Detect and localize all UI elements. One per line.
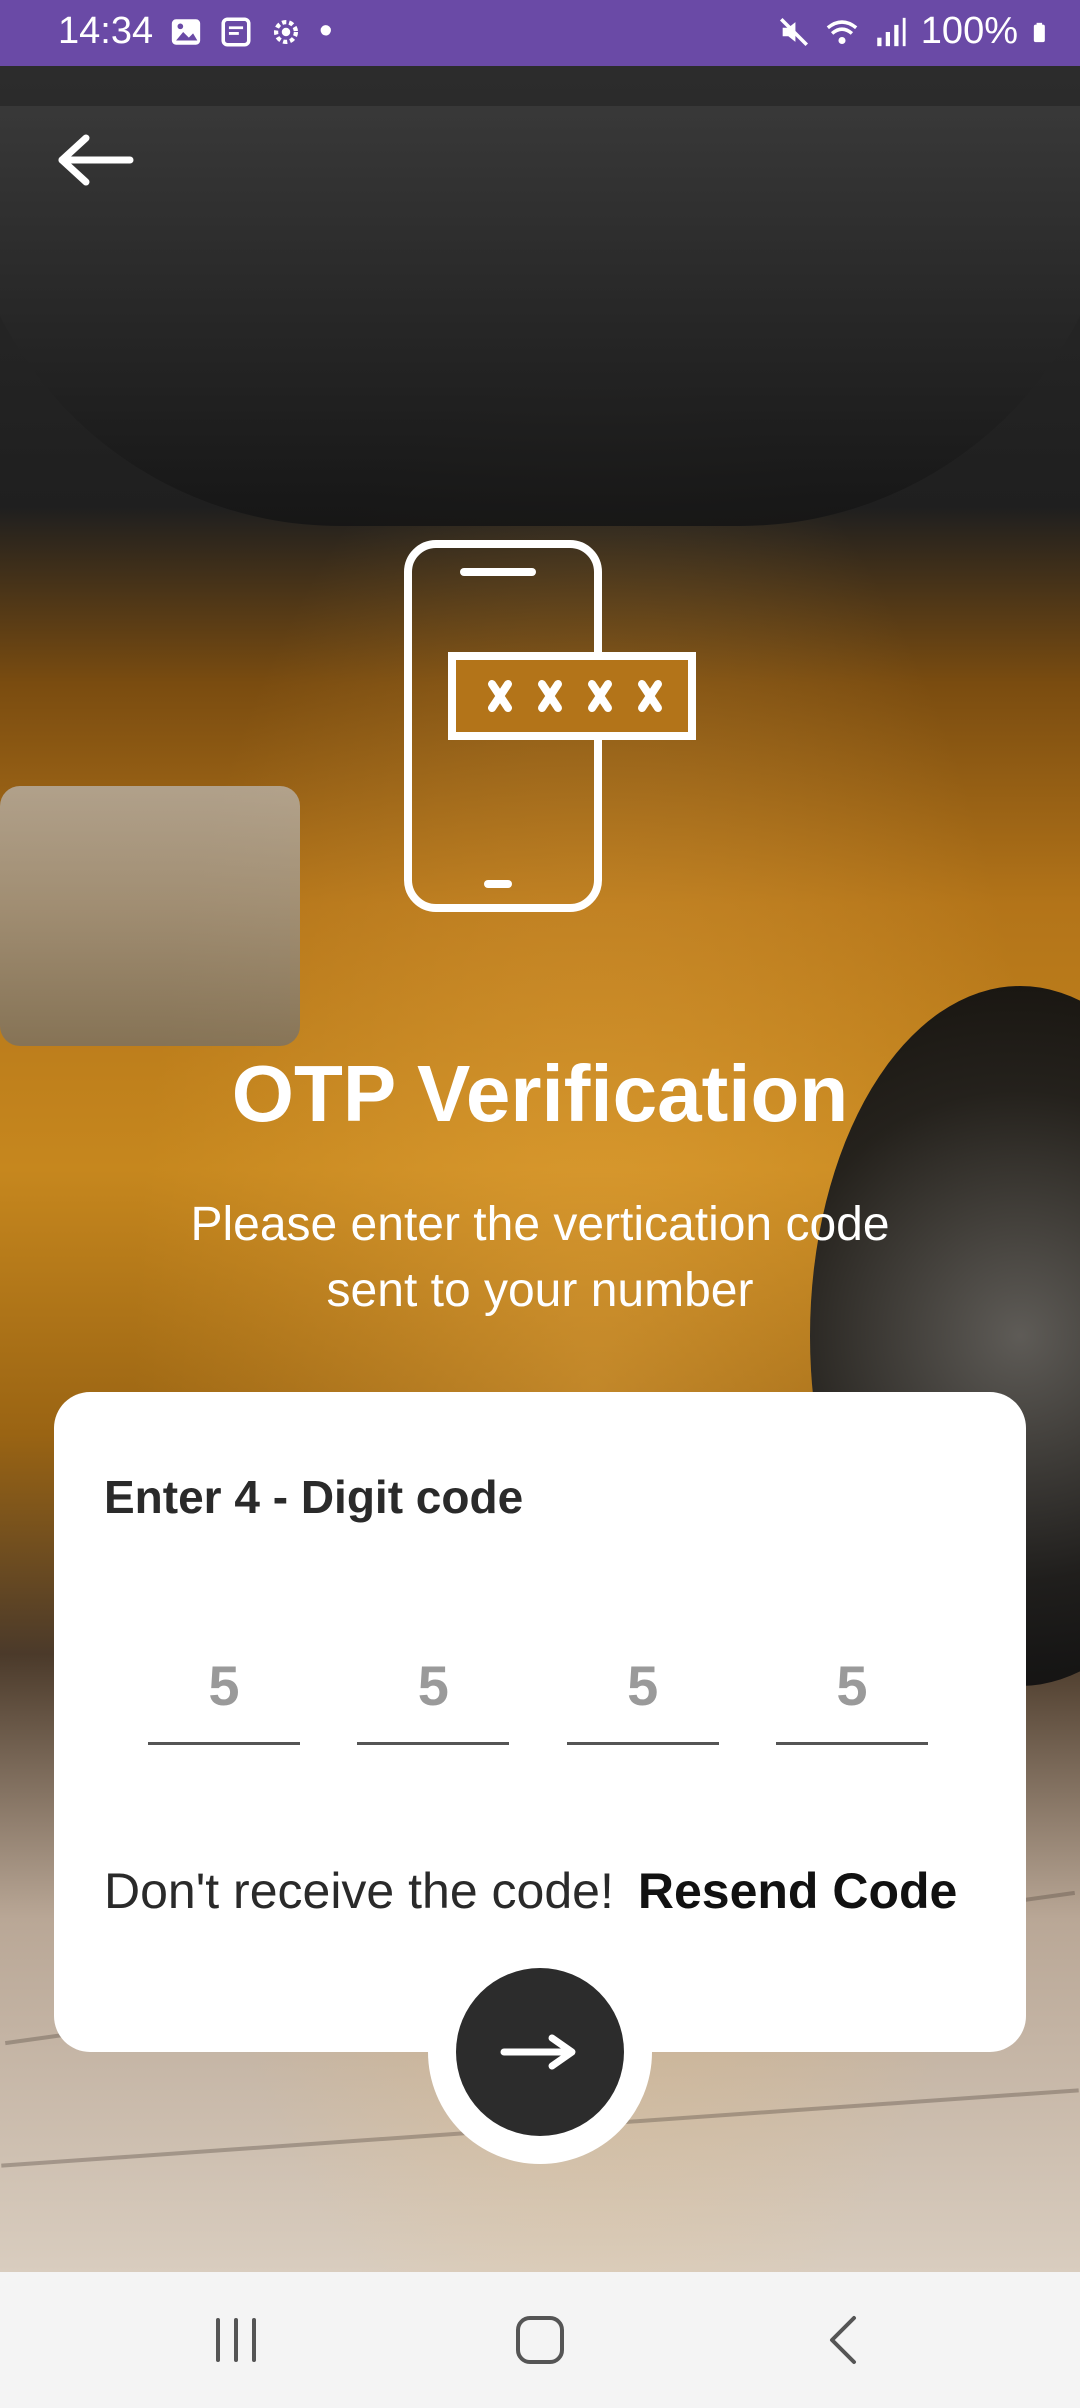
resend-row: Don't receive the code! Resend Code bbox=[104, 1862, 957, 1920]
submit-button[interactable] bbox=[456, 1968, 624, 2136]
battery-icon bbox=[1033, 22, 1045, 42]
arrow-right-icon bbox=[500, 2034, 576, 2070]
image-icon bbox=[171, 18, 201, 45]
status-bar: 14:34 • 100% bbox=[0, 0, 1080, 66]
wifi-icon bbox=[826, 19, 858, 44]
battery-percentage: 100% bbox=[920, 10, 1018, 52]
status-left: 14:34 • bbox=[58, 10, 332, 53]
otp-input-row: 5 5 5 5 bbox=[148, 1642, 928, 1745]
resend-prompt: Don't receive the code! bbox=[104, 1863, 614, 1919]
gear-icon bbox=[274, 19, 299, 44]
otp-digit-2[interactable]: 5 bbox=[357, 1642, 510, 1745]
phone-otp-icon bbox=[404, 540, 696, 912]
notes-icon bbox=[221, 16, 251, 47]
status-dot: • bbox=[319, 10, 333, 52]
arrow-left-icon[interactable] bbox=[56, 130, 136, 190]
system-nav-bar bbox=[0, 2272, 1080, 2408]
page-title: OTP Verification bbox=[231, 1049, 849, 1138]
recent-apps-icon[interactable] bbox=[206, 2312, 266, 2368]
otp-digit-4[interactable]: 5 bbox=[775, 1642, 928, 1745]
otp-digit-3[interactable]: 5 bbox=[566, 1642, 719, 1745]
resend-code-link[interactable]: Resend Code bbox=[638, 1863, 958, 1919]
page-subtitle: Please enter the vertication code sent t… bbox=[190, 1198, 890, 1317]
car-windshield bbox=[0, 106, 1080, 526]
back-icon[interactable] bbox=[814, 2312, 874, 2368]
otp-heading: Enter 4 - Digit code bbox=[104, 1471, 524, 1523]
status-right: 100% bbox=[777, 10, 1054, 53]
signal-icon bbox=[877, 17, 906, 46]
status-time: 14:34 bbox=[58, 10, 154, 52]
car-grille bbox=[0, 786, 300, 1046]
mute-icon bbox=[779, 17, 808, 46]
otp-digit-1[interactable]: 5 bbox=[148, 1642, 300, 1745]
home-icon[interactable] bbox=[510, 2312, 570, 2368]
